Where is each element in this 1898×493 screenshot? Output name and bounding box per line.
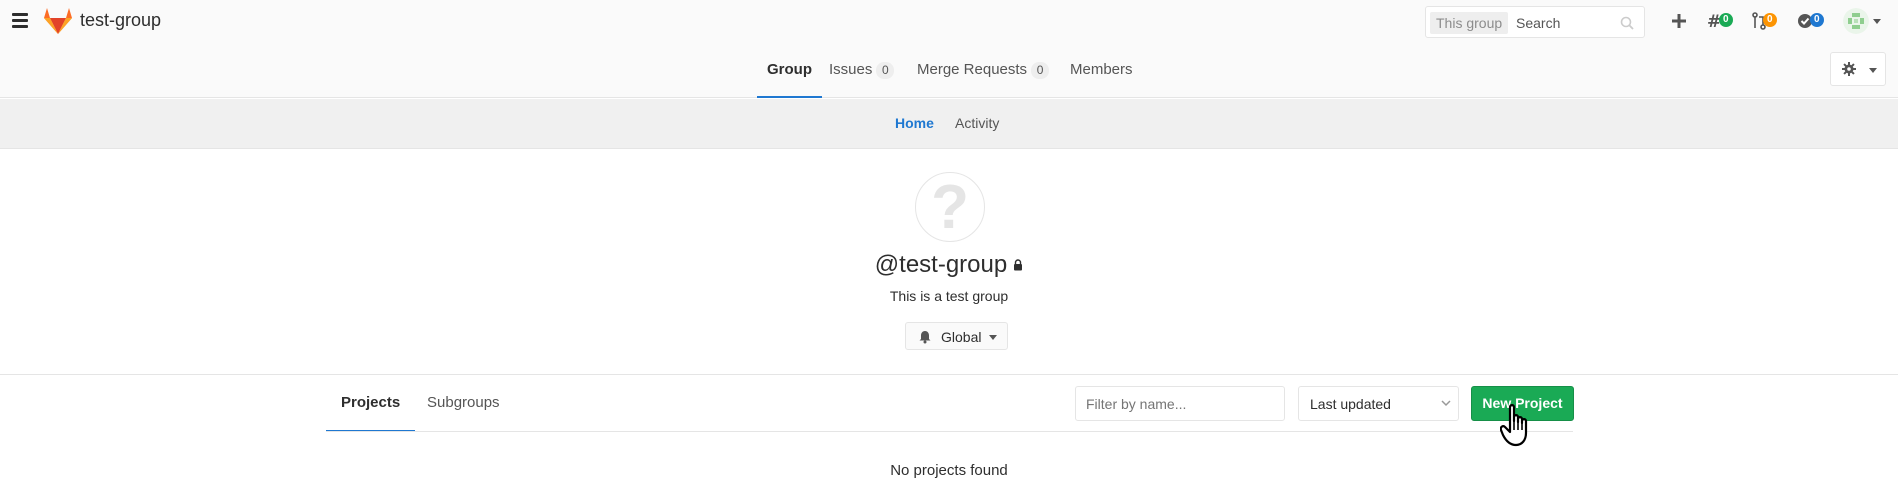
user-menu-caret-icon[interactable] <box>1873 19 1881 24</box>
filter-by-name-input[interactable] <box>1075 386 1285 421</box>
settings-caret-icon <box>1869 68 1877 73</box>
tab-issues[interactable]: Issues 0 <box>829 42 895 98</box>
issues-count: 0 <box>876 61 895 79</box>
tabs-underline-divider <box>326 431 1573 432</box>
sort-dropdown-label: Last updated <box>1310 396 1391 412</box>
tab-group[interactable]: Group <box>757 42 822 98</box>
group-avatar: ? <box>915 172 985 242</box>
plus-icon[interactable] <box>1670 10 1688 32</box>
issues-shortcut[interactable]: # 0 <box>1707 10 1739 32</box>
bell-icon <box>919 331 931 344</box>
empty-projects-message: No projects found <box>890 462 1008 479</box>
sort-dropdown[interactable]: Last updated <box>1298 386 1459 421</box>
tab-members-label: Members <box>1070 61 1133 78</box>
group-title: @test-group <box>0 251 1898 279</box>
search-icon <box>1620 16 1634 30</box>
tab-members[interactable]: Members <box>1070 42 1133 98</box>
merge-requests-count-badge: 0 <box>1763 13 1777 27</box>
search-scope-badge: This group <box>1430 12 1509 34</box>
user-avatar[interactable] <box>1843 8 1869 34</box>
issues-count-badge: 0 <box>1719 13 1733 27</box>
hand-pointer-cursor-icon <box>1500 404 1528 447</box>
merge-requests-count: 0 <box>1031 61 1050 79</box>
sub-nav: Home Activity <box>0 99 1898 149</box>
navbar-group-name[interactable]: test-group <box>80 10 161 31</box>
group-settings-dropdown[interactable] <box>1830 52 1886 86</box>
todos-count-badge: 0 <box>1810 13 1824 27</box>
merge-requests-shortcut[interactable]: 0 <box>1752 10 1784 32</box>
search-box[interactable]: This group Search <box>1425 6 1645 38</box>
top-navbar: test-group This group Search # 0 0 0 <box>0 0 1898 42</box>
search-input[interactable]: Search <box>1516 12 1560 34</box>
lock-icon <box>1014 259 1023 271</box>
gitlab-logo-icon[interactable] <box>43 7 73 35</box>
tab-merge-requests[interactable]: Merge Requests 0 <box>917 42 1050 98</box>
notification-caret-icon <box>989 335 997 340</box>
hamburger-menu-icon[interactable] <box>12 13 28 28</box>
group-description: This is a test group <box>889 288 1009 304</box>
tab-subgroups[interactable]: Subgroups <box>427 375 500 432</box>
gear-icon <box>1842 62 1856 76</box>
section-divider <box>0 374 1898 375</box>
subnav-activity[interactable]: Activity <box>955 99 999 149</box>
chevron-down-icon <box>1441 400 1451 407</box>
group-nav: Group Issues 0 Merge Requests 0 Members <box>0 42 1898 98</box>
tab-merge-requests-label: Merge Requests <box>917 61 1028 78</box>
notification-dropdown[interactable]: Global <box>905 322 1008 350</box>
tab-projects[interactable]: Projects <box>326 375 416 432</box>
subnav-home[interactable]: Home <box>895 99 934 149</box>
tab-issues-label: Issues <box>829 61 873 78</box>
group-avatar-placeholder: ? <box>931 173 969 242</box>
tab-group-label: Group <box>767 61 812 78</box>
todos-shortcut[interactable]: 0 <box>1797 10 1829 32</box>
group-title-text: @test-group <box>874 251 1008 278</box>
notification-level-label: Global <box>941 329 982 345</box>
